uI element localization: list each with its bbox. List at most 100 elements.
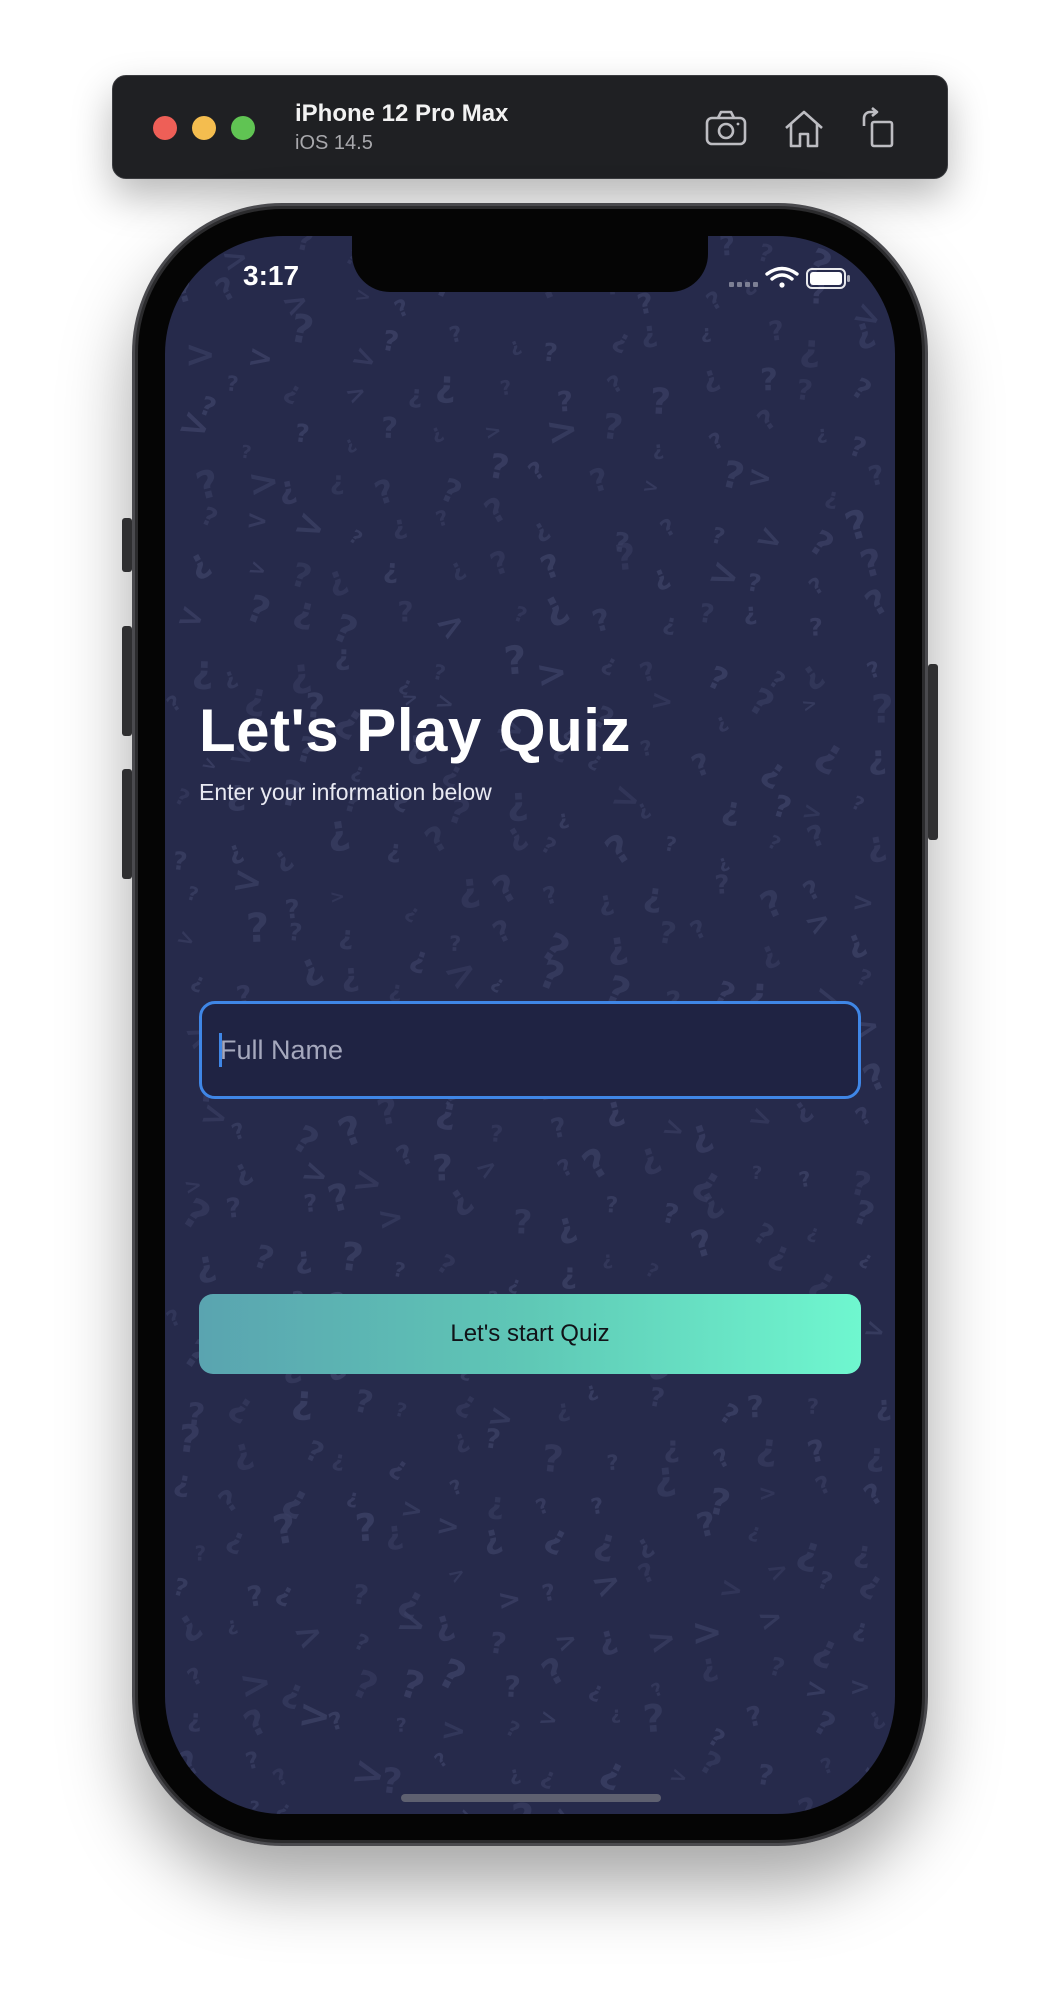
svg-text:?: ? — [537, 833, 561, 861]
svg-text:¿: ¿ — [611, 1703, 622, 1724]
svg-text:?: ? — [446, 1474, 466, 1501]
svg-text:?: ? — [346, 1661, 385, 1710]
svg-text:?: ? — [396, 1715, 408, 1737]
svg-text:?: ? — [489, 1121, 504, 1148]
svg-text:?: ? — [807, 1703, 842, 1745]
svg-text:?: ? — [804, 1433, 829, 1471]
svg-text:?: ? — [351, 1579, 371, 1612]
svg-text:?: ? — [485, 446, 512, 489]
svg-text:?: ? — [662, 831, 678, 857]
svg-text:>: > — [802, 1673, 831, 1708]
svg-text:?: ? — [656, 1808, 682, 1814]
svg-text:?: ? — [687, 746, 716, 785]
svg-text:?: ? — [805, 573, 829, 601]
svg-text:?: ? — [302, 1189, 319, 1218]
svg-text:?: ? — [533, 1493, 553, 1520]
svg-text:?: ? — [606, 1450, 620, 1475]
svg-text:?: ? — [380, 411, 398, 446]
svg-text:?: ? — [391, 1257, 408, 1283]
full-name-input[interactable] — [199, 1001, 861, 1099]
svg-text:¿: ¿ — [651, 1453, 678, 1500]
svg-text:?: ? — [717, 452, 748, 499]
svg-text:?: ? — [848, 792, 868, 817]
svg-text:?: ? — [269, 1763, 294, 1792]
svg-text:¿: ¿ — [554, 1394, 572, 1424]
svg-text:?: ? — [845, 431, 870, 465]
rotate-icon[interactable] — [856, 106, 902, 152]
svg-text:?: ? — [871, 687, 894, 732]
svg-text:?: ? — [447, 322, 465, 349]
svg-text:>: > — [643, 1617, 681, 1663]
svg-text:>: > — [245, 554, 270, 583]
svg-text:?: ? — [548, 1112, 570, 1146]
svg-text:¿: ¿ — [792, 653, 829, 695]
svg-text:?: ? — [483, 1423, 503, 1456]
svg-text:>: > — [649, 685, 675, 718]
svg-text:¿: ¿ — [753, 934, 783, 973]
svg-text:>: > — [641, 474, 662, 499]
svg-text:¿: ¿ — [280, 374, 307, 406]
svg-text:?: ? — [709, 523, 728, 550]
svg-text:¿: ¿ — [805, 1220, 823, 1244]
svg-text:>: > — [341, 377, 371, 411]
svg-text:¿: ¿ — [651, 436, 665, 461]
svg-text:?: ? — [540, 880, 562, 911]
start-quiz-button[interactable]: Let's start Quiz — [199, 1294, 861, 1374]
svg-text:¿: ¿ — [180, 540, 215, 583]
svg-text:?: ? — [641, 1696, 666, 1741]
svg-text:?: ? — [183, 1663, 207, 1692]
close-window-button[interactable] — [153, 116, 177, 140]
svg-text:?: ? — [686, 913, 712, 945]
svg-text:¿: ¿ — [426, 418, 447, 445]
svg-text:?: ? — [293, 418, 311, 449]
home-icon[interactable] — [781, 106, 827, 152]
svg-text:?: ? — [714, 1398, 744, 1433]
svg-text:>: > — [245, 505, 269, 536]
svg-text:¿: ¿ — [856, 1247, 877, 1272]
svg-text:¿: ¿ — [184, 243, 198, 268]
svg-text:¿: ¿ — [506, 1760, 523, 1786]
svg-text:?: ? — [353, 1505, 378, 1550]
svg-text:?: ? — [718, 236, 737, 263]
svg-text:?: ? — [797, 1167, 813, 1193]
svg-text:>: > — [716, 1570, 746, 1607]
svg-text:¿: ¿ — [756, 749, 794, 793]
svg-text:?: ? — [541, 337, 559, 368]
svg-text:>: > — [585, 1560, 628, 1608]
svg-text:¿: ¿ — [809, 728, 853, 779]
svg-text:¿: ¿ — [219, 663, 241, 692]
svg-text:?: ? — [478, 489, 514, 532]
svg-text:¿: ¿ — [630, 1529, 658, 1563]
svg-text:?: ? — [768, 788, 795, 827]
svg-text:¿: ¿ — [223, 1384, 261, 1428]
svg-text:>: > — [850, 1672, 871, 1701]
svg-text:>: > — [236, 1659, 275, 1708]
os-version: iOS 14.5 — [295, 132, 373, 154]
svg-text:?: ? — [554, 1154, 578, 1183]
svg-text:>: > — [440, 1712, 468, 1749]
svg-text:>: > — [703, 551, 746, 600]
svg-text:¿: ¿ — [851, 1534, 874, 1571]
svg-text:¿: ¿ — [330, 1446, 347, 1473]
svg-text:?: ? — [613, 536, 638, 579]
svg-text:?: ? — [397, 595, 414, 628]
home-indicator[interactable] — [401, 1794, 661, 1802]
svg-text:?: ? — [350, 1383, 376, 1422]
svg-text:?: ? — [811, 1470, 835, 1501]
page-title: Let's Play Quiz — [199, 697, 631, 764]
svg-text:?: ? — [195, 1541, 207, 1565]
svg-text:?: ? — [742, 680, 781, 726]
svg-text:¿: ¿ — [602, 1807, 620, 1814]
zoom-window-button[interactable] — [231, 116, 255, 140]
svg-text:?: ? — [224, 1192, 243, 1224]
svg-text:>: > — [443, 1560, 470, 1589]
svg-text:¿: ¿ — [434, 364, 456, 406]
minimize-window-button[interactable] — [192, 116, 216, 140]
screenshot-icon[interactable] — [703, 106, 749, 152]
svg-text:?: ? — [169, 269, 198, 312]
svg-text:?: ? — [212, 1482, 245, 1520]
svg-text:¿: ¿ — [455, 864, 482, 911]
svg-text:¿: ¿ — [697, 358, 724, 396]
svg-text:>: > — [496, 1582, 523, 1617]
svg-text:?: ? — [649, 381, 672, 423]
